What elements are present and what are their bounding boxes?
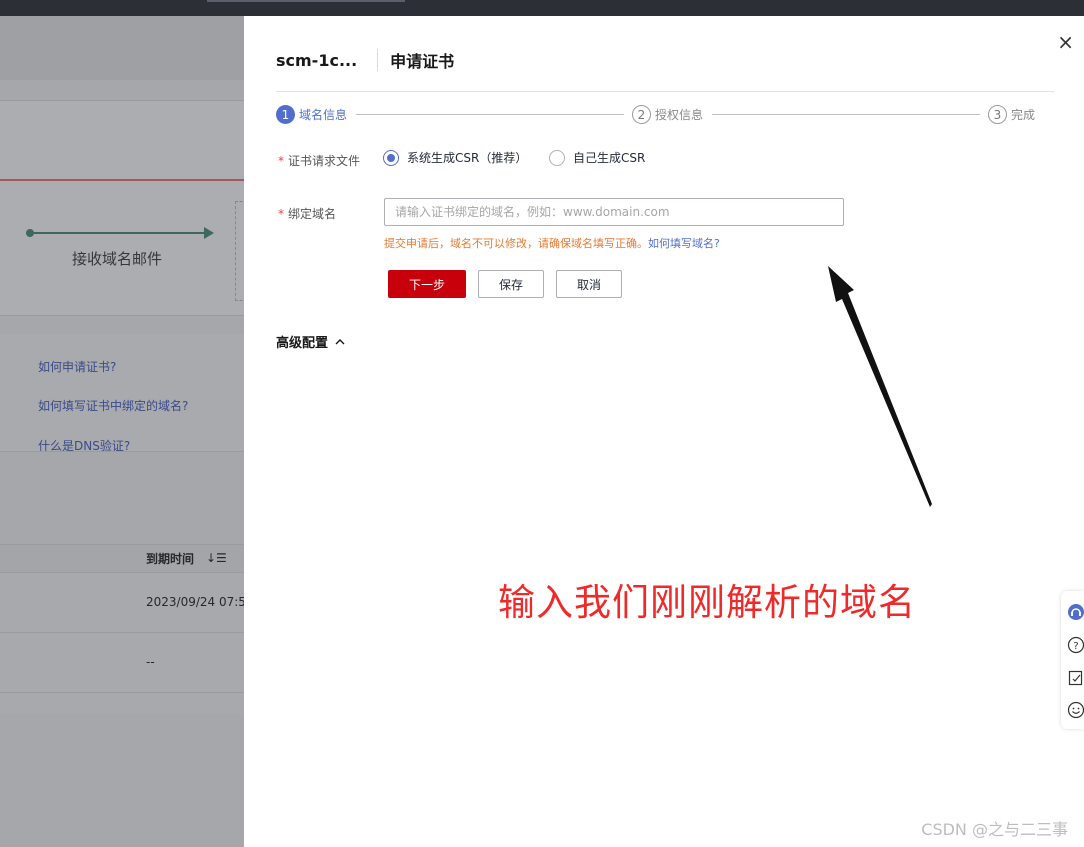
background-red-divider [0,179,244,181]
step-number: 2 [632,105,651,124]
annotation-arrow-icon [828,266,932,507]
radio-self-csr[interactable]: 自己生成CSR [549,149,645,166]
csr-label-text: 证书请求文件 [288,154,361,168]
domain-input[interactable] [384,198,844,226]
advanced-config-label: 高级配置 [276,336,329,351]
help-links-panel: 如何申请证书? 如何填写证书中绑定的域名? 什么是DNS验证? [0,334,244,452]
radio-system-csr[interactable]: 系统生成CSR（推荐） [383,149,527,166]
customer-service-icon[interactable] [1067,603,1084,621]
background-table: 到期时间 ↓☰ 2023/09/24 07:59: -- [0,544,244,714]
help-link-apply[interactable]: 如何申请证书? [38,358,116,375]
step-complete: 3 完成 [988,105,1035,124]
table-cell-expiry: -- [146,655,155,669]
background-process-panel [0,100,244,316]
how-to-fill-domain-link[interactable]: 如何填写域名? [648,237,720,250]
required-asterisk: * [278,154,284,168]
step-connector [356,114,624,115]
radio-label: 自己生成CSR [573,151,646,165]
step-label: 域名信息 [299,108,348,122]
drawer-title: 申请证书 [390,52,455,71]
title-separator [377,49,379,71]
step-label: 完成 [1011,108,1036,122]
annotation-text: 输入我们刚刚解析的域名 [498,581,916,624]
top-tab-indicator [207,0,405,2]
help-icon[interactable]: ? [1067,636,1084,654]
floating-toolbar: ? [1061,591,1084,729]
svg-text:?: ? [1073,641,1078,652]
step-connector [712,114,980,115]
table-row: 2023/09/24 07:59: [0,573,244,633]
flow-arrow-icon [204,227,214,239]
drawer-title-row: scm-1c... 申请证书 [276,48,454,72]
chevron-up-icon [335,338,345,344]
table-row: -- [0,633,244,693]
radio-label: 系统生成CSR（推荐） [407,151,528,165]
step-authorization-info: 2 授权信息 [632,105,703,124]
next-step-button[interactable]: 下一步 [388,270,466,298]
domain-label-text: 绑定域名 [288,207,337,221]
radio-unchecked-icon[interactable] [549,149,565,166]
cancel-button[interactable]: 取消 [556,270,622,298]
background-header-band [0,16,244,80]
radio-checked-icon[interactable] [383,149,399,166]
domain-hint: 提交申请后，域名不可以修改，请确保域名填写正确。如何填写域名? [384,235,720,251]
apply-certificate-drawer: × scm-1c... 申请证书 1 域名信息 2 授权信息 3 完成 * 证书请… [244,16,1084,847]
step-label: 授权信息 [655,108,704,122]
help-link-domain[interactable]: 如何填写证书中绑定的域名? [38,397,188,414]
help-link-dns[interactable]: 什么是DNS验证? [38,437,130,451]
table-header: 到期时间 ↓☰ [0,545,244,573]
required-asterisk: * [278,207,284,221]
step-number: 1 [276,105,295,124]
step-number: 3 [988,105,1007,124]
close-icon[interactable]: × [1057,32,1074,52]
domain-warning-text: 提交申请后，域名不可以修改，请确保域名填写正确。 [384,237,648,250]
csr-field-label: * 证书请求文件 [278,152,360,169]
flow-step-label: 接收域名邮件 [72,250,163,268]
sort-icon[interactable]: ↓☰ [206,551,227,565]
watermark: CSDN @之与二三事 [921,820,1068,839]
column-header-expiry[interactable]: 到期时间 [146,550,194,567]
save-button[interactable]: 保存 [478,270,544,298]
table-cell-expiry: 2023/09/24 07:59: [146,595,244,609]
flow-next-step-box [235,201,244,301]
background-page: 接收域名邮件 如何申请证书? 如何填写证书中绑定的域名? 什么是DNS验证? 到… [0,16,244,847]
smiley-icon[interactable] [1067,701,1084,719]
feedback-edit-icon[interactable] [1067,669,1084,687]
flow-line [30,232,206,234]
title-divider [276,91,1054,92]
advanced-config-toggle[interactable]: 高级配置 [276,332,346,351]
domain-field-label: * 绑定域名 [278,205,336,222]
step-domain-info: 1 域名信息 [276,105,347,124]
step-indicator: 1 域名信息 2 授权信息 3 完成 [276,105,1036,125]
top-bar [0,0,1084,16]
certificate-name: scm-1c... [276,50,358,70]
